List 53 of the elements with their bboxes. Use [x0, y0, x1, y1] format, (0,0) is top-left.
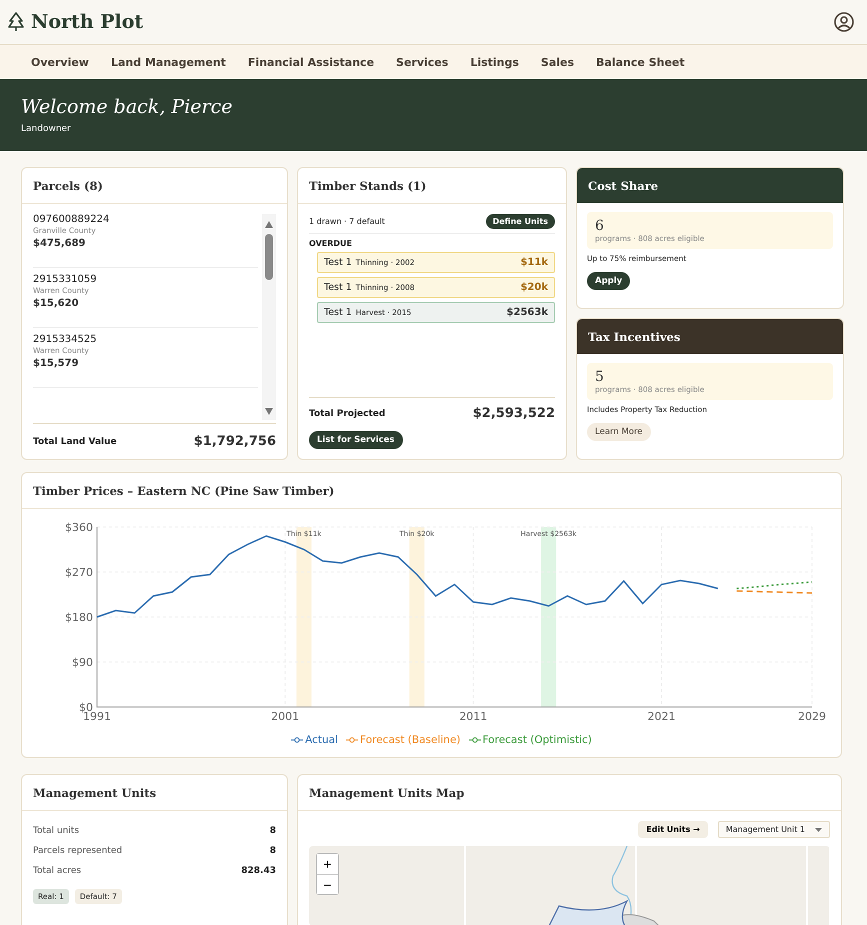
stat-value: 8 — [270, 846, 276, 856]
nav-link[interactable]: Balance Sheet — [585, 56, 696, 68]
program-count: 5 — [595, 369, 605, 385]
card-title: Tax Incentives — [588, 330, 680, 344]
nav-link[interactable]: Services — [385, 56, 460, 68]
nav-link[interactable]: Overview — [20, 56, 100, 68]
total-value: $1,792,756 — [194, 434, 276, 449]
stat-label: Total acres — [33, 866, 82, 876]
y-tick-label: $270 — [65, 566, 93, 579]
stat-value: 8 — [270, 826, 276, 836]
stat-value: 828.43 — [241, 866, 276, 876]
stat-label: Total units — [33, 826, 80, 836]
section-label: OVERDUE — [309, 239, 354, 248]
edit-units-button[interactable]: Edit Units → — [638, 821, 708, 838]
card-title: Timber Stands (1) — [309, 178, 426, 192]
user-role: Landowner — [21, 124, 72, 134]
program-count: 6 — [595, 218, 605, 234]
unit-select[interactable]: Management Unit 1 — [718, 821, 830, 838]
scrollbar[interactable] — [262, 214, 276, 420]
nav-link[interactable]: Financial Assistance — [236, 56, 386, 68]
list-for-services-button[interactable]: List for Services — [309, 431, 402, 449]
user-account-icon[interactable] — [834, 12, 854, 32]
x-tick-label: 2001 — [271, 710, 300, 723]
brand-name[interactable]: North Plot — [31, 11, 144, 33]
welcome-title: Welcome back, Pierce — [21, 96, 234, 118]
caret-icon — [815, 828, 822, 832]
nav-link[interactable]: Land Management — [100, 56, 237, 68]
stat-label: Parcels represented — [33, 846, 122, 856]
program-button[interactable]: Learn More — [587, 423, 651, 441]
zoom-out-button[interactable]: − — [317, 874, 338, 894]
card-title: Cost Share — [588, 178, 658, 192]
y-tick-label: $90 — [72, 656, 93, 669]
stands-summary: 1 drawn · 7 default — [309, 217, 385, 226]
legend-item[interactable]: Actual — [291, 733, 338, 747]
nav-link[interactable]: Sales — [530, 56, 586, 68]
program-button[interactable]: Apply — [587, 272, 630, 290]
x-tick-label: 2011 — [459, 710, 488, 723]
card-title: Timber Prices – Eastern NC (Pine Saw Timber) — [33, 484, 334, 498]
tree-icon — [7, 12, 25, 32]
total-label: Total Land Value — [33, 436, 117, 446]
total-value: $2,593,522 — [472, 406, 555, 421]
total-label: Total Projected — [309, 408, 386, 418]
define-units-button[interactable]: Define Units — [486, 214, 555, 229]
y-tick-label: $360 — [65, 521, 93, 534]
card-title: Management Units Map — [309, 786, 464, 800]
legend-item[interactable]: Forecast (Optimistic) — [468, 733, 592, 747]
card-title: Parcels (8) — [33, 178, 103, 192]
x-tick-label: 2021 — [647, 710, 676, 723]
y-tick-label: $180 — [65, 611, 93, 624]
x-tick-label: 1991 — [83, 710, 111, 723]
nav-link[interactable]: Listings — [459, 56, 530, 68]
x-tick-label: 2029 — [798, 710, 826, 723]
card-title: Management Units — [33, 786, 156, 800]
